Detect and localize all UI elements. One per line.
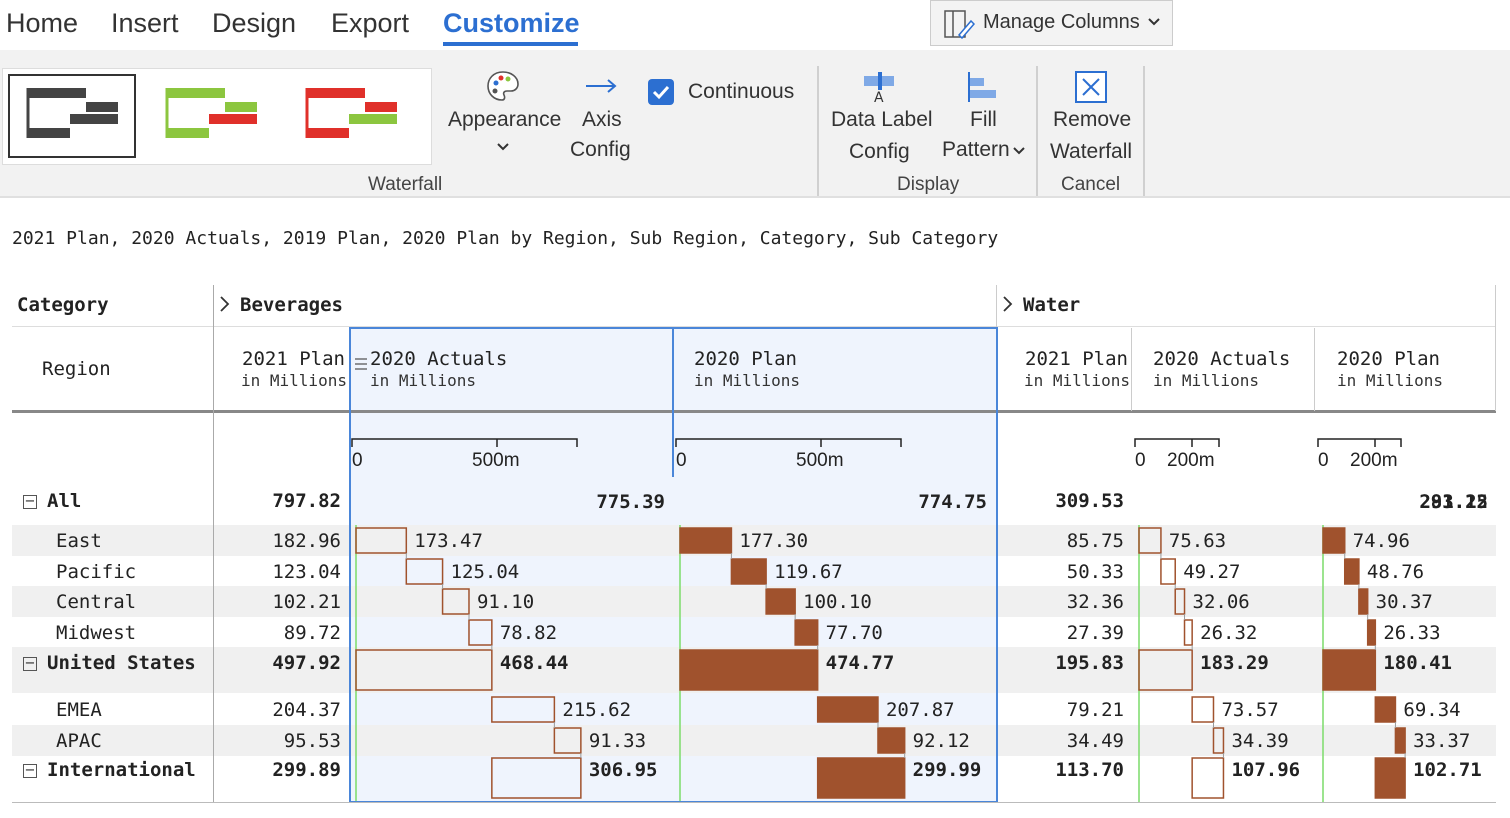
column-divider xyxy=(1495,285,1496,411)
waterfall-bar xyxy=(1191,696,1215,723)
table-bottom-rule xyxy=(12,802,1496,803)
waterfall-bar xyxy=(1183,619,1193,646)
data-label: 73.57 xyxy=(1221,699,1278,721)
waterfall-bar xyxy=(1322,527,1346,554)
waterfall-bar xyxy=(1174,588,1186,615)
data-label: 69.34 xyxy=(1403,699,1460,721)
axis-line xyxy=(1134,438,1220,447)
column-divider xyxy=(1131,328,1132,411)
waterfall-bar xyxy=(1358,588,1369,615)
data-label: 26.32 xyxy=(1200,622,1257,644)
waterfall-bar xyxy=(1366,619,1377,646)
waterfall-bar xyxy=(1322,649,1377,691)
waterfall-bar xyxy=(1191,757,1225,799)
waterfall-bar xyxy=(1374,696,1397,723)
column-resize-handle[interactable] xyxy=(672,327,674,477)
data-label: 30.37 xyxy=(1376,591,1433,613)
data-label: 102.71 xyxy=(1413,759,1482,781)
column-divider xyxy=(213,285,214,803)
waterfall-bar xyxy=(1394,727,1406,754)
waterfall-bar xyxy=(1212,727,1225,754)
data-label: 283.12 xyxy=(1419,491,1488,513)
axis-line xyxy=(1317,438,1402,447)
data-label: 49.27 xyxy=(1183,561,1240,583)
waterfall-bar xyxy=(1343,558,1360,585)
column-divider xyxy=(1314,328,1315,411)
data-label: 34.39 xyxy=(1231,730,1288,752)
data-label: 75.63 xyxy=(1169,530,1226,552)
waterfall-bar xyxy=(1138,649,1193,691)
data-label: 74.96 xyxy=(1353,530,1410,552)
data-label: 180.41 xyxy=(1383,652,1452,674)
waterfall-bar xyxy=(1138,527,1162,554)
data-label: 33.37 xyxy=(1413,730,1470,752)
data-label: 48.76 xyxy=(1367,561,1424,583)
data-label: 183.29 xyxy=(1200,652,1269,674)
data-label: 107.96 xyxy=(1231,759,1300,781)
waterfall-bar xyxy=(1160,558,1176,585)
data-label: 32.06 xyxy=(1193,591,1250,613)
waterfall-bar xyxy=(1374,757,1406,799)
data-label: 26.33 xyxy=(1383,622,1440,644)
